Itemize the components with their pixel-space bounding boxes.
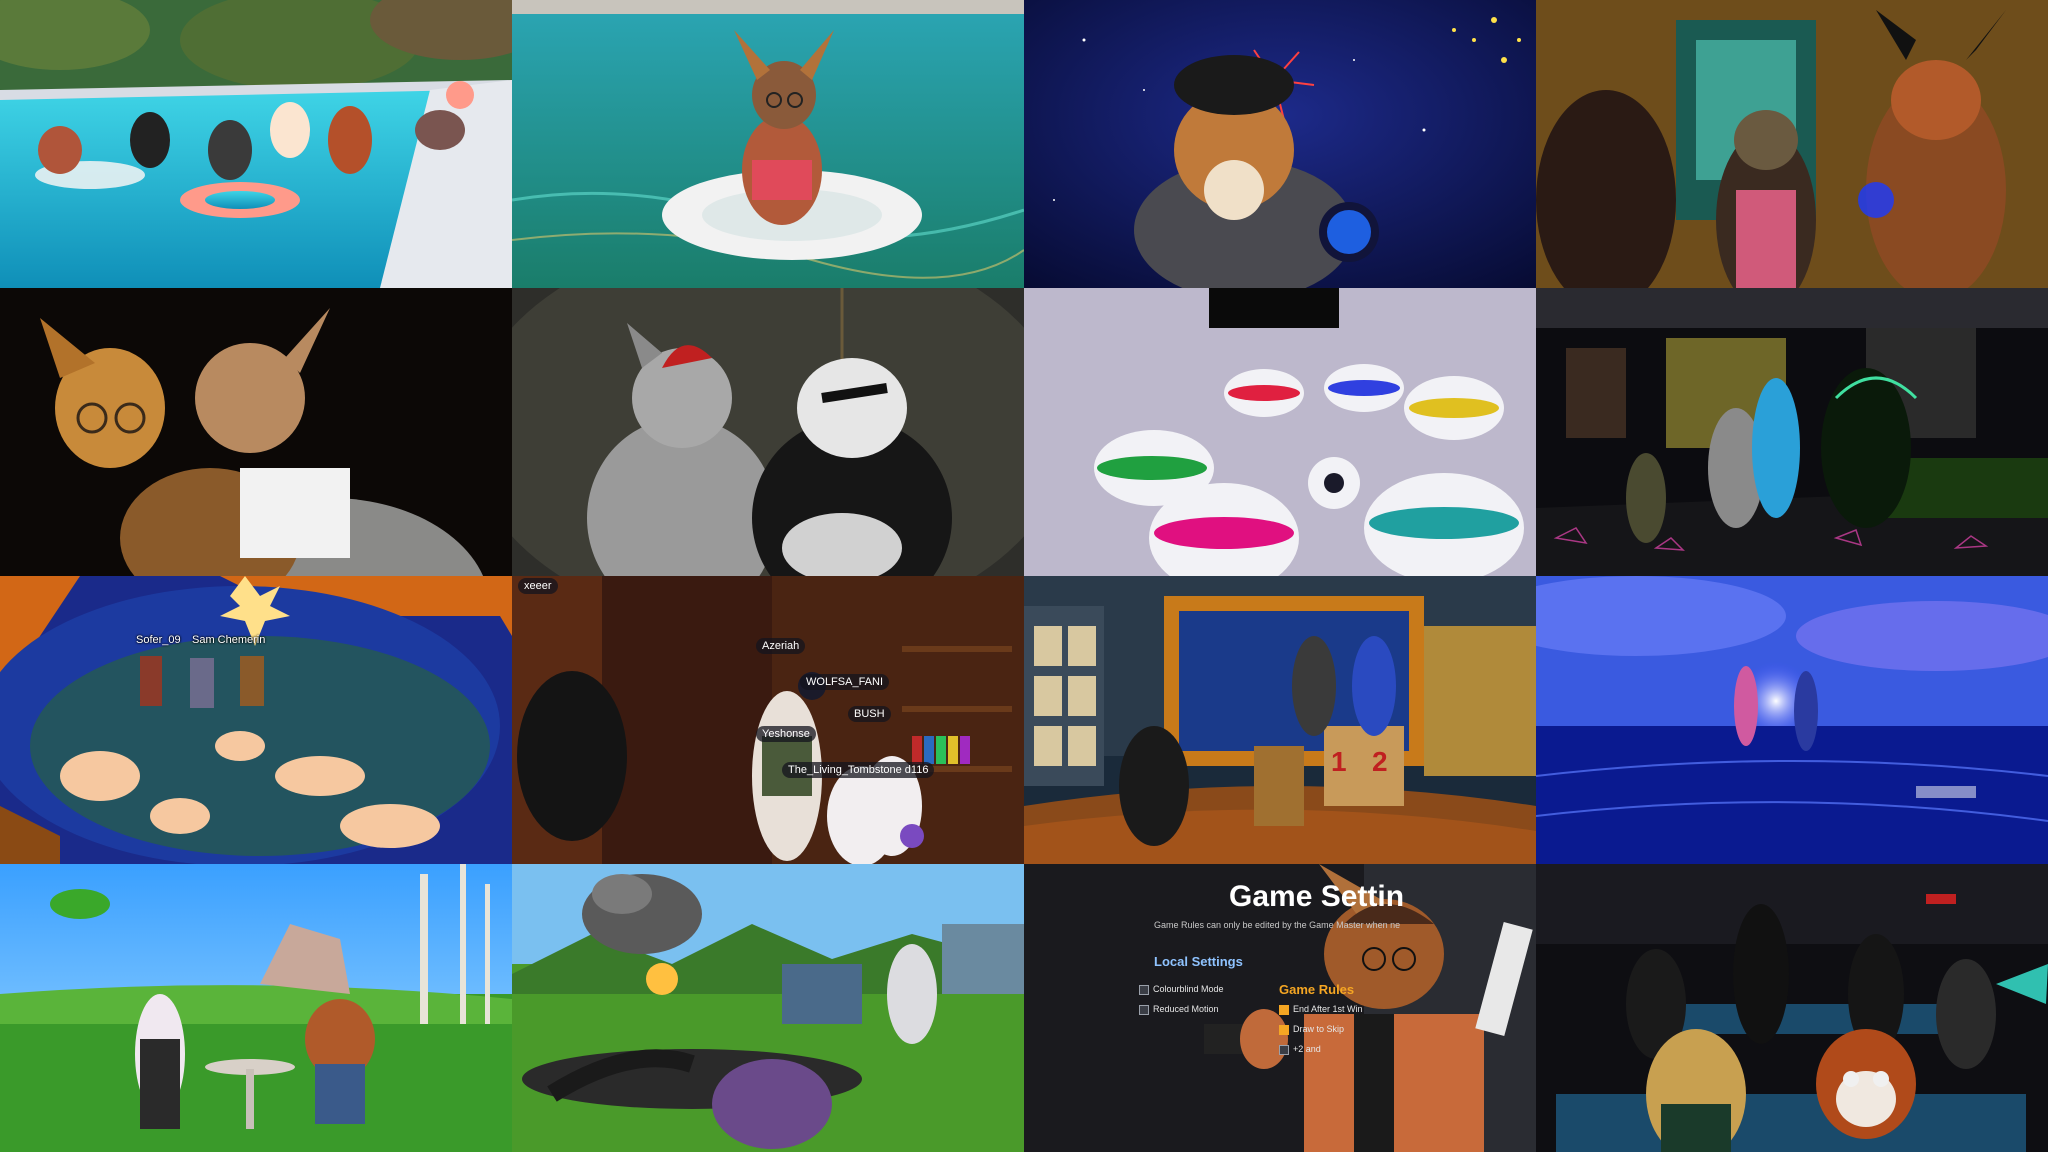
tile-theater (1536, 864, 2048, 1152)
tile-fireworks (1024, 0, 1536, 288)
plus-two-checkbox[interactable]: +2 and (1279, 1044, 1321, 1055)
game-show-scene (1024, 576, 1536, 864)
nametag-3: The_Living_Tombstone d116 (782, 762, 935, 778)
nametag-4: Yeshonse (756, 726, 816, 742)
tile-library: xeeer Azeriah The_Living_Tombstone d116 … (512, 576, 1024, 864)
game-rules-heading: Game Rules (1279, 982, 1355, 997)
neon-club-scene (1536, 288, 2048, 576)
draw-to-skip-checkbox[interactable]: Draw to Skip (1279, 1024, 1344, 1035)
nametag-2: Azeriah (756, 638, 806, 654)
local-settings-heading: Local Settings (1154, 954, 1243, 969)
pool-party-scene (0, 0, 512, 288)
nametag-1: xeeer (518, 578, 558, 594)
floating-pool-scene (512, 0, 1024, 288)
fireworks-scene (1024, 0, 1536, 288)
lounge-scene (1536, 0, 2048, 288)
embrace-scene (0, 288, 512, 576)
tile-floating-pool (512, 0, 1024, 288)
tile-game-settings: Game Settin Game Rules can only be edite… (1024, 864, 1536, 1152)
globe-scene (0, 576, 512, 864)
tile-moonlit-dance (1536, 576, 2048, 864)
tile-embrace (0, 288, 512, 576)
tile-topdown-game (1024, 288, 1536, 576)
meadow-scene (0, 864, 512, 1152)
tile-cave-duo (512, 288, 1024, 576)
tile-neon-club (1536, 288, 2048, 576)
player-name-1: Sofer_09 (136, 634, 181, 646)
tile-globe: Sofer_09 Sam Chemerin (0, 576, 512, 864)
screenshot-collage: Sofer_09 Sam Chemerin xeeer Azeriah The_… (0, 0, 2048, 1152)
settings-subtitle: Game Rules can only be edited by the Gam… (1154, 920, 1401, 930)
nametag-6: BUSH (848, 706, 891, 722)
colourblind-mode-checkbox[interactable]: Colourblind Mode (1139, 984, 1224, 995)
podium-number-2: 2 (1372, 746, 1388, 777)
tile-meadow (0, 864, 512, 1152)
cave-duo-scene (512, 288, 1024, 576)
tile-pool-party (0, 0, 512, 288)
tile-battlefield (512, 864, 1024, 1152)
podium-number-1: 1 (1331, 746, 1347, 777)
end-after-first-win-checkbox[interactable]: End After 1st Win (1279, 1004, 1363, 1015)
tile-lounge (1536, 0, 2048, 288)
battlefield-scene (512, 864, 1024, 1152)
theater-scene (1536, 864, 2048, 1152)
settings-title: Game Settin (1229, 880, 1405, 913)
player-name-2: Sam Chemerin (192, 634, 266, 646)
library-scene (512, 576, 1024, 864)
tile-game-show: 1 2 (1024, 576, 1536, 864)
topdown-game-scene (1024, 288, 1536, 576)
reduced-motion-checkbox[interactable]: Reduced Motion (1139, 1004, 1219, 1015)
nametag-5: WOLFSA_FANI (800, 674, 890, 690)
moonlit-dance-scene (1536, 576, 2048, 864)
